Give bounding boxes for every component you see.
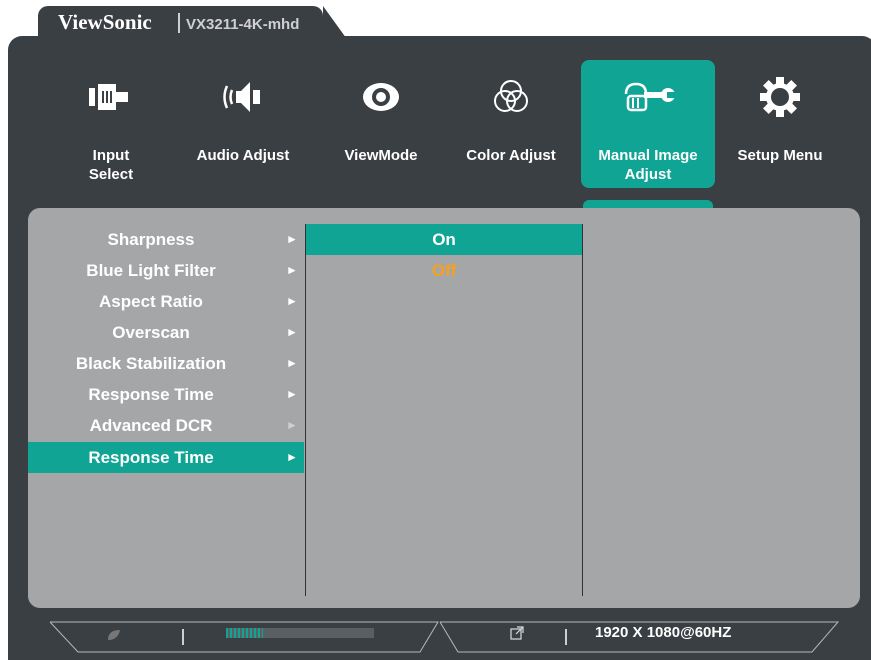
menu-item-label: Response Time: [88, 385, 214, 404]
input-select-icon: [58, 74, 164, 120]
nav-label: Manual Image: [598, 147, 698, 164]
menu-item-advanced-dcr[interactable]: Advanced DCR ►: [28, 410, 304, 441]
submenu-arrow-icon: ►: [286, 356, 298, 370]
nav-manual-image-adjust[interactable]: Manual Image Adjust: [581, 74, 715, 184]
menu-item-sharpness[interactable]: Sharpness ►: [28, 224, 304, 255]
nav-label-line2: Adjust: [624, 166, 672, 183]
menu-item-label: Advanced DCR: [89, 416, 213, 435]
menu-item-blue-light-filter[interactable]: Blue Light Filter ►: [28, 255, 304, 286]
speaker-icon: [184, 74, 302, 120]
status-bar: [49, 621, 840, 653]
menu-item-response-time-selected[interactable]: Response Time ►: [28, 442, 304, 473]
nav-label: Color Adjust: [466, 147, 556, 164]
submenu-arrow-icon: ►: [286, 387, 298, 401]
brand-separator: [178, 13, 180, 33]
submenu-arrow-icon: ►: [286, 294, 298, 308]
submenu-arrow-icon: ►: [286, 232, 298, 246]
submenu-arrow-icon: ►: [286, 450, 298, 464]
option-label: On: [432, 230, 456, 249]
menu-item-label: Sharpness: [107, 230, 195, 249]
brand-name: ViewSonic: [58, 10, 152, 34]
nav-label: Audio Adjust: [196, 147, 290, 164]
nav-viewmode[interactable]: ViewMode: [326, 74, 436, 184]
option-label: Off: [431, 261, 457, 280]
eco-level-fill: [226, 628, 263, 638]
menu-item-label: Black Stabilization: [75, 354, 227, 373]
external-link-icon: [509, 625, 525, 641]
menu-item-label: Response Time: [88, 448, 214, 467]
submenu-arrow-icon: ►: [286, 263, 298, 277]
gear-icon: [727, 74, 833, 120]
menu-item-label: Blue Light Filter: [86, 261, 216, 280]
nav-color-adjust[interactable]: Color Adjust: [456, 74, 566, 184]
option-off[interactable]: Off: [306, 255, 582, 286]
menu-item-label: Overscan: [112, 323, 190, 342]
nav-setup-menu[interactable]: Setup Menu: [727, 74, 833, 184]
resolution-readout: 1920 X 1080@60HZ: [595, 624, 732, 641]
eco-level-bar: [226, 628, 374, 638]
menu-item-response-time[interactable]: Response Time ►: [28, 379, 304, 410]
nav-label: Input: [92, 147, 130, 164]
nav-input-select[interactable]: Input Select: [58, 74, 164, 184]
menu-item-label: Aspect Ratio: [99, 292, 203, 311]
option-on[interactable]: On: [306, 224, 582, 255]
submenu-arrow-icon: ►: [286, 325, 298, 339]
menu-item-aspect-ratio[interactable]: Aspect Ratio ►: [28, 286, 304, 317]
model-name: VX3211-4K-mhd: [186, 16, 300, 33]
nav-audio-adjust[interactable]: Audio Adjust: [184, 74, 302, 184]
color-circles-icon: [456, 74, 566, 120]
hand-wrench-icon: [581, 74, 715, 120]
nav-label: ViewMode: [344, 147, 418, 164]
menu-item-black-stabilization[interactable]: Black Stabilization ►: [28, 348, 304, 379]
menu-item-overscan[interactable]: Overscan ►: [28, 317, 304, 348]
eco-leaf-icon: [106, 628, 122, 642]
submenu-arrow-icon: ►: [286, 418, 298, 432]
nav-label-line2: Select: [88, 166, 134, 183]
eye-icon: [326, 74, 436, 120]
column-divider: [582, 224, 583, 596]
nav-label: Setup Menu: [737, 147, 823, 164]
